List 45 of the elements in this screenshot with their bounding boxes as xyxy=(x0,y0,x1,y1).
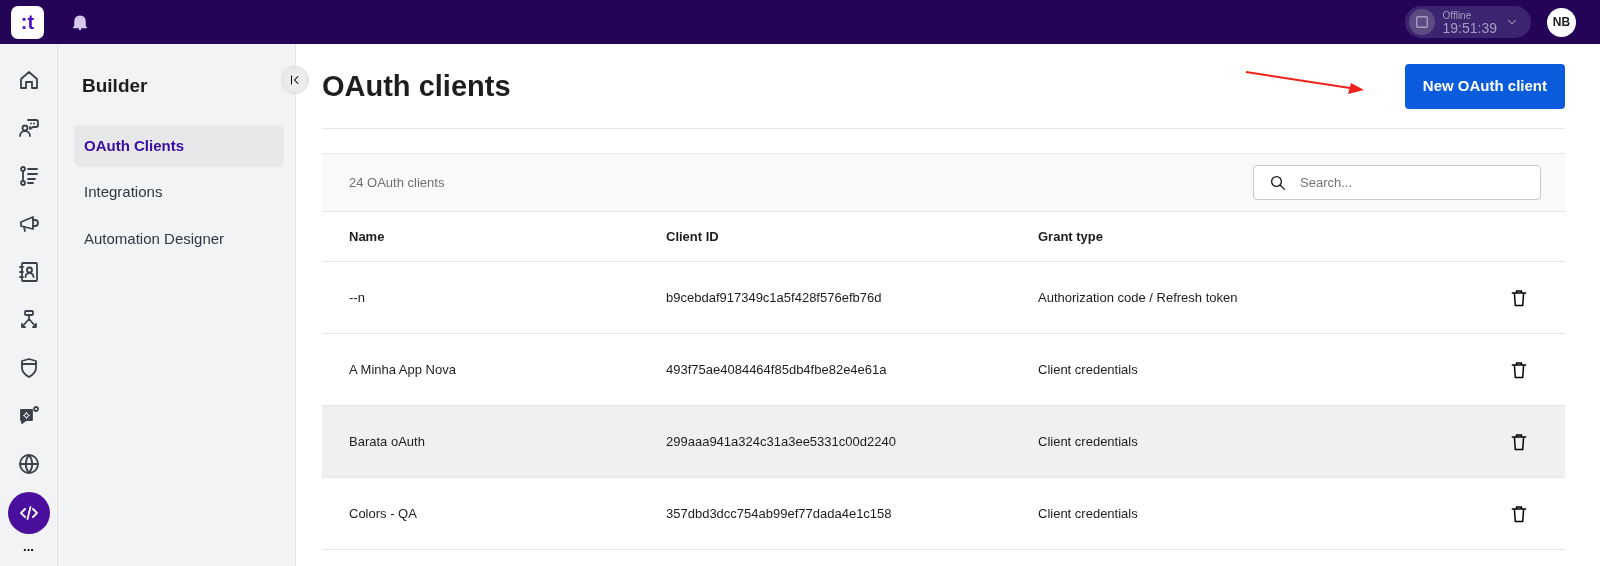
sidebar-item[interactable]: Automation Designer xyxy=(74,217,284,260)
table-cell: Barata oAuth xyxy=(349,433,425,449)
delete-button[interactable] xyxy=(1509,503,1529,524)
more-button[interactable]: ... xyxy=(23,542,34,552)
column-header: Name xyxy=(349,228,385,244)
table-cell: 357dbd3dcc754ab99ef77dada4e1c158 xyxy=(666,505,892,521)
delete-button[interactable] xyxy=(1509,359,1529,380)
delete-button[interactable] xyxy=(1509,287,1529,308)
delete-button[interactable] xyxy=(1509,431,1529,452)
avatar[interactable]: NB xyxy=(1547,7,1576,37)
column-header: Grant type xyxy=(1038,228,1103,244)
trash-icon xyxy=(1509,503,1529,524)
trash-icon xyxy=(1509,359,1529,380)
collapse-icon xyxy=(288,73,302,87)
table-cell: A Minha App Nova xyxy=(349,361,456,377)
collapse-button[interactable] xyxy=(281,66,309,94)
stop-icon xyxy=(1414,15,1429,29)
table-cell: Client credentials xyxy=(1038,361,1138,377)
column-header: Client ID xyxy=(666,228,719,244)
result-count: 24 OAuth clients xyxy=(348,173,445,192)
chat-person-icon xyxy=(16,116,41,140)
nav-rail-button[interactable] xyxy=(7,492,50,534)
logo[interactable]: :t xyxy=(11,5,44,39)
status-selector[interactable]: Offline 19:51:39 xyxy=(1404,6,1531,38)
table-cell: --n xyxy=(349,289,365,305)
table-cell: b9cebdaf917349c1a5f428f576efb76d xyxy=(666,289,882,305)
trash-icon xyxy=(1509,287,1529,308)
table-cell: 493f75ae4084464f85db4fbe82e4e61a xyxy=(666,361,887,377)
new-oauth-client-button[interactable]: New OAuth client xyxy=(1404,63,1565,109)
table-cell: 299aaa941a324c31a3ee5331c00d2240 xyxy=(666,433,896,449)
status-label: Offline xyxy=(1442,9,1473,21)
table-cell: Authorization code / Refresh token xyxy=(1038,289,1238,305)
sidebar-item[interactable]: Integrations xyxy=(74,171,284,214)
sidebar-item[interactable]: OAuth Clients xyxy=(74,124,284,167)
table-cell: Colors - QA xyxy=(349,505,417,521)
table-row[interactable]: Barata oAuth 299aaa941a324c31a3ee5331c00d2240 Client credentials xyxy=(322,406,1565,478)
trash-icon xyxy=(1509,431,1529,452)
status-time: 19:51:39 xyxy=(1442,20,1497,35)
sidebar-title: Builder xyxy=(81,74,149,98)
contact-book-icon xyxy=(16,260,41,284)
table-cell: Client credentials xyxy=(1038,433,1138,449)
search-field[interactable]: Search... xyxy=(1253,165,1541,200)
page-title: OAuth clients xyxy=(322,68,511,104)
table-cell: Client credentials xyxy=(1038,505,1138,521)
globe-icon xyxy=(16,452,41,476)
